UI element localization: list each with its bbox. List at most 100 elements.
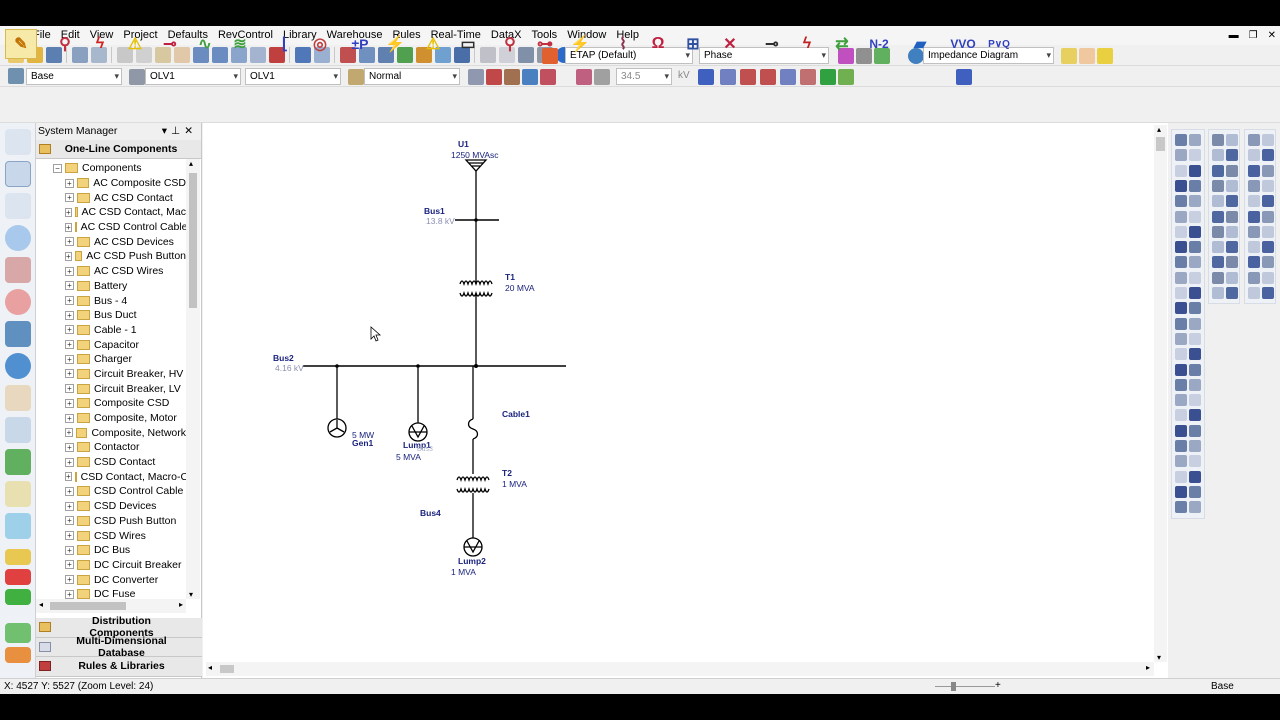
one-line-components-section[interactable]: One-Line Components bbox=[36, 140, 201, 159]
scroll-left-icon[interactable]: ◂ bbox=[208, 663, 212, 672]
ac-element-icon[interactable] bbox=[1189, 302, 1201, 315]
panel-systems-icon[interactable]: ⊞ bbox=[678, 29, 708, 59]
ac-element-icon[interactable] bbox=[1189, 317, 1201, 330]
collapse-icon[interactable]: − bbox=[53, 163, 62, 173]
tree-item[interactable]: + Capacitor bbox=[36, 337, 186, 352]
close-icon[interactable]: ✕ bbox=[1268, 26, 1276, 45]
expand-icon[interactable]: + bbox=[65, 178, 74, 188]
dc-element-icon[interactable] bbox=[1248, 195, 1260, 208]
ac-element-icon[interactable] bbox=[1189, 409, 1201, 422]
edit-mode-pencil-icon[interactable]: ✎ bbox=[5, 29, 37, 59]
ac-element-icon[interactable] bbox=[1175, 149, 1187, 162]
dc-element-icon[interactable] bbox=[1248, 149, 1260, 162]
tree-item[interactable]: + AC CSD Contact bbox=[36, 190, 186, 205]
transformer-t2-symbol[interactable] bbox=[456, 476, 490, 493]
expand-icon[interactable]: + bbox=[65, 369, 74, 379]
expand-icon[interactable]: + bbox=[65, 413, 74, 423]
expand-icon[interactable]: + bbox=[65, 237, 74, 247]
tree-item[interactable]: + Composite, Motor bbox=[36, 411, 186, 426]
ac-element-icon[interactable] bbox=[1189, 225, 1201, 238]
instrument-element-icon[interactable] bbox=[1212, 195, 1224, 208]
dropdown-icon[interactable]: ▾ bbox=[162, 125, 171, 137]
expand-icon[interactable]: + bbox=[65, 560, 74, 570]
instrument-element-icon[interactable] bbox=[1212, 179, 1224, 192]
railway-icon[interactable]: ▰ bbox=[905, 29, 935, 59]
instrument-element-icon[interactable] bbox=[1226, 241, 1238, 254]
ac-element-icon[interactable] bbox=[1175, 179, 1187, 192]
dc-element-icon[interactable] bbox=[1262, 210, 1274, 223]
expand-icon[interactable]: + bbox=[65, 251, 72, 261]
cable-icon[interactable] bbox=[5, 321, 31, 347]
ac-element-icon[interactable] bbox=[1175, 363, 1187, 376]
instrument-element-icon[interactable] bbox=[1212, 134, 1224, 146]
ac-element-icon[interactable] bbox=[1189, 485, 1201, 498]
tree-item[interactable]: + Bus Duct bbox=[36, 308, 186, 323]
dc-arc-flash-icon[interactable]: ⚠ bbox=[418, 29, 448, 59]
tree-item[interactable]: + Bus - 4 bbox=[36, 293, 186, 308]
note-icon[interactable] bbox=[1060, 48, 1077, 64]
lumped-load-lump1-symbol[interactable] bbox=[408, 422, 428, 442]
energize-icon[interactable] bbox=[819, 69, 836, 85]
scroll-thumb[interactable] bbox=[50, 602, 126, 610]
dc-element-icon[interactable] bbox=[1248, 256, 1260, 269]
kv-value-input[interactable]: 34.5 bbox=[616, 68, 672, 85]
recycle-bin-icon[interactable] bbox=[5, 513, 31, 539]
expand-icon[interactable]: + bbox=[65, 296, 74, 306]
tree-item[interactable]: + CSD Wires bbox=[36, 528, 186, 543]
expand-icon[interactable]: + bbox=[65, 457, 74, 467]
instrument-element-icon[interactable] bbox=[1212, 256, 1224, 269]
canvas-horizontal-scrollbar[interactable]: ◂ ▸ bbox=[206, 662, 1154, 676]
expand-icon[interactable]: + bbox=[65, 310, 74, 320]
expand-icon[interactable]: + bbox=[65, 575, 74, 585]
expand-icon[interactable]: + bbox=[65, 222, 72, 232]
dc-element-icon[interactable] bbox=[1262, 256, 1274, 269]
tree-item[interactable]: + AC CSD Wires bbox=[36, 264, 186, 279]
expand-icon[interactable]: + bbox=[65, 531, 74, 541]
arc-flash-icon[interactable]: ⚠ bbox=[120, 29, 150, 59]
n2-contingency-button[interactable]: N-2 bbox=[864, 29, 894, 59]
ac-element-icon[interactable] bbox=[1175, 424, 1187, 437]
expand-icon[interactable]: + bbox=[65, 398, 74, 408]
restore-icon[interactable]: ❐ bbox=[1249, 26, 1258, 45]
minimize-icon[interactable]: ▬ bbox=[1229, 26, 1239, 45]
protective-coordination-icon[interactable]: ⌊ bbox=[270, 29, 300, 59]
revision-select[interactable]: OLV1 bbox=[245, 68, 341, 85]
optimal-power-flow-icon[interactable]: ±P bbox=[345, 29, 375, 59]
ac-element-icon[interactable] bbox=[1189, 440, 1201, 452]
dc-element-icon[interactable] bbox=[1248, 271, 1260, 284]
ac-element-icon[interactable] bbox=[1189, 271, 1201, 284]
zoom-slider-thumb[interactable] bbox=[951, 682, 956, 691]
expand-icon[interactable]: + bbox=[65, 340, 74, 350]
unbalanced-flow-icon[interactable]: ⊶ bbox=[530, 29, 560, 59]
expand-icon[interactable]: + bbox=[65, 589, 74, 599]
tree-root[interactable]: − Components bbox=[36, 161, 186, 176]
scroll-right-icon[interactable]: ▸ bbox=[1146, 663, 1150, 672]
ac-element-icon[interactable] bbox=[1175, 470, 1187, 483]
close-panel-icon[interactable]: ✕ bbox=[184, 125, 197, 137]
dc-element-icon[interactable] bbox=[1262, 134, 1274, 146]
tree-item[interactable]: + Battery bbox=[36, 279, 186, 294]
scroll-left-icon[interactable]: ◂ bbox=[39, 600, 43, 609]
tree-item[interactable]: + DC Converter bbox=[36, 572, 186, 587]
dc-element-icon[interactable] bbox=[1248, 164, 1260, 177]
instrument-element-icon[interactable] bbox=[1226, 210, 1238, 223]
tree-item[interactable]: + Circuit Breaker, HV bbox=[36, 367, 186, 382]
dc-element-icon[interactable] bbox=[1262, 225, 1274, 238]
scroll-right-icon[interactable]: ▸ bbox=[179, 600, 183, 609]
lumped-load-lump2-symbol[interactable] bbox=[463, 537, 483, 557]
ac-element-icon[interactable] bbox=[1175, 348, 1187, 361]
instrument-element-icon[interactable] bbox=[1226, 164, 1238, 177]
expand-icon[interactable]: + bbox=[65, 384, 74, 394]
panel-schedule-icon[interactable] bbox=[5, 549, 31, 565]
ac-element-icon[interactable] bbox=[1175, 241, 1187, 254]
tree-item[interactable]: + AC Composite CSD bbox=[36, 176, 186, 191]
reliability-icon[interactable]: ⚡ bbox=[380, 29, 410, 59]
expand-icon[interactable]: + bbox=[65, 428, 74, 438]
zoom-plus-icon[interactable]: + bbox=[995, 678, 1001, 694]
library-icon[interactable] bbox=[503, 69, 520, 85]
dc-element-icon[interactable] bbox=[1248, 210, 1260, 223]
expand-icon[interactable]: + bbox=[65, 266, 74, 276]
control-system-icon[interactable] bbox=[5, 385, 31, 411]
ac-element-icon[interactable] bbox=[1189, 378, 1201, 391]
bus-distribute-icon[interactable] bbox=[759, 69, 776, 85]
